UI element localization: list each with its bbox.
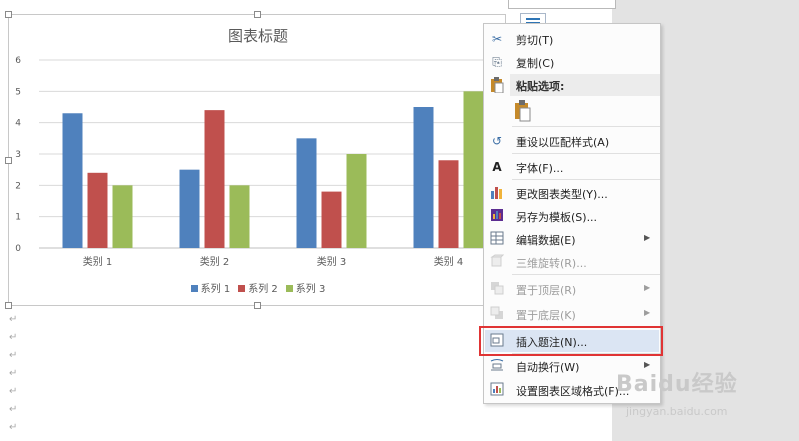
resize-handle-bottom[interactable] — [254, 302, 261, 309]
copy-icon: ⎘ — [492, 55, 502, 69]
paragraph-mark: ↵ — [9, 368, 18, 379]
x-tick-label: 类别 2 — [200, 255, 230, 268]
menu-item-copy[interactable]: ⎘ 复制(C) — [484, 51, 660, 73]
3d-rotation-icon — [489, 254, 505, 270]
resize-handle-left[interactable] — [5, 157, 12, 164]
menu-separator — [512, 153, 660, 154]
resize-handle-bottom-left[interactable] — [5, 302, 12, 309]
y-tick-label: 1 — [15, 213, 21, 223]
resize-handle-top-left[interactable] — [5, 11, 12, 18]
bar — [204, 110, 225, 248]
bar — [62, 113, 83, 249]
legend-swatch — [285, 285, 293, 292]
chart-area[interactable]: 图表标题 0 1 2 3 4 5 6 类别 1 类别 2 类别 3 类别 4 系列 1 系列 2 系列 … — [5, 11, 507, 309]
resize-handle-top[interactable] — [254, 11, 261, 18]
bar — [413, 107, 434, 248]
legend-swatch — [238, 285, 246, 292]
menu-item-reset-style[interactable]: ↺ 重设以匹配样式(A) — [484, 130, 660, 152]
menu-separator — [512, 126, 660, 127]
paragraph-mark: ↵ — [9, 422, 18, 433]
menu-item-save-as-template[interactable]: 另存为模板(S)... — [484, 205, 660, 227]
bar — [463, 91, 484, 248]
paragraph-mark: ↵ — [9, 350, 18, 361]
reset-style-icon: ↺ — [491, 134, 503, 148]
watermark-logo: Baidu经验 — [616, 372, 738, 397]
menu-item-change-chart-type[interactable]: 更改图表类型(Y)... — [484, 182, 660, 204]
y-tick-label: 5 — [15, 87, 21, 97]
bar — [87, 172, 108, 248]
y-tick-label: 3 — [15, 150, 21, 160]
font-icon: A — [492, 160, 502, 174]
paste-keep-formatting-button[interactable] — [514, 100, 536, 122]
format-chart-area-icon — [489, 382, 505, 398]
bring-front-icon — [489, 281, 505, 297]
submenu-arrow-icon: ▶ — [644, 308, 651, 317]
bar — [438, 160, 459, 248]
legend-label: 系列 1 — [200, 284, 231, 295]
page-header-box — [508, 0, 616, 9]
menu-item-send-to-back[interactable]: 置于底层(K) ▶ — [484, 303, 660, 325]
legend-label: 系列 3 — [295, 284, 326, 295]
x-tick-label: 类别 3 — [317, 255, 347, 268]
paragraph-mark: ↵ — [9, 332, 18, 343]
menu-separator — [512, 274, 660, 275]
x-tick-label: 类别 1 — [83, 255, 113, 268]
menu-item-cut[interactable]: ✂ 剪切(T) — [484, 28, 660, 50]
legend-label: 系列 2 — [248, 284, 278, 295]
chart-legend[interactable]: 系列 1 系列 2 系列 3 — [9, 280, 507, 295]
legend-item[interactable]: 系列 3 — [285, 280, 326, 295]
menu-item-font[interactable]: A 字体(F)... — [484, 156, 660, 178]
x-tick-label: 类别 4 — [434, 255, 464, 268]
menu-item-bring-to-front[interactable]: 置于顶层(R) ▶ — [484, 278, 660, 300]
edit-data-icon — [489, 231, 505, 247]
y-tick-label: 6 — [15, 56, 21, 66]
bar — [321, 191, 342, 248]
chart-type-icon — [489, 185, 505, 201]
bar — [229, 185, 250, 248]
y-tick-label: 0 — [15, 244, 21, 254]
legend-item[interactable]: 系列 2 — [238, 280, 278, 295]
plot-area[interactable]: 0 1 2 3 4 5 6 类别 1 类别 2 类别 3 类别 4 — [9, 15, 507, 275]
bar — [346, 154, 367, 248]
paragraph-mark: ↵ — [9, 404, 18, 415]
bar — [179, 169, 200, 248]
highlight-annotation-box — [479, 326, 663, 356]
send-back-icon — [489, 306, 505, 322]
scissors-icon: ✂ — [491, 32, 503, 46]
menu-item-edit-data[interactable]: 编辑数据(E) ▶ — [484, 228, 660, 250]
menu-item-3d-rotation[interactable]: 三维旋转(R)... — [484, 251, 660, 273]
bar — [112, 185, 133, 248]
watermark-url: jingyan.baidu.com — [626, 405, 728, 418]
bar — [296, 138, 317, 248]
wrap-text-icon — [489, 358, 505, 374]
legend-item[interactable]: 系列 1 — [190, 280, 231, 295]
y-tick-label: 4 — [15, 119, 21, 129]
paste-options-header: 粘贴选项: — [510, 74, 660, 96]
submenu-arrow-icon: ▶ — [644, 233, 651, 242]
y-tick-label: 2 — [15, 181, 21, 191]
paragraph-mark: ↵ — [9, 386, 18, 397]
submenu-arrow-icon: ▶ — [644, 283, 651, 292]
legend-swatch — [190, 285, 198, 292]
save-template-icon — [489, 208, 505, 224]
paste-icon — [489, 77, 505, 94]
paragraph-mark: ↵ — [9, 314, 18, 325]
menu-separator — [512, 179, 660, 180]
